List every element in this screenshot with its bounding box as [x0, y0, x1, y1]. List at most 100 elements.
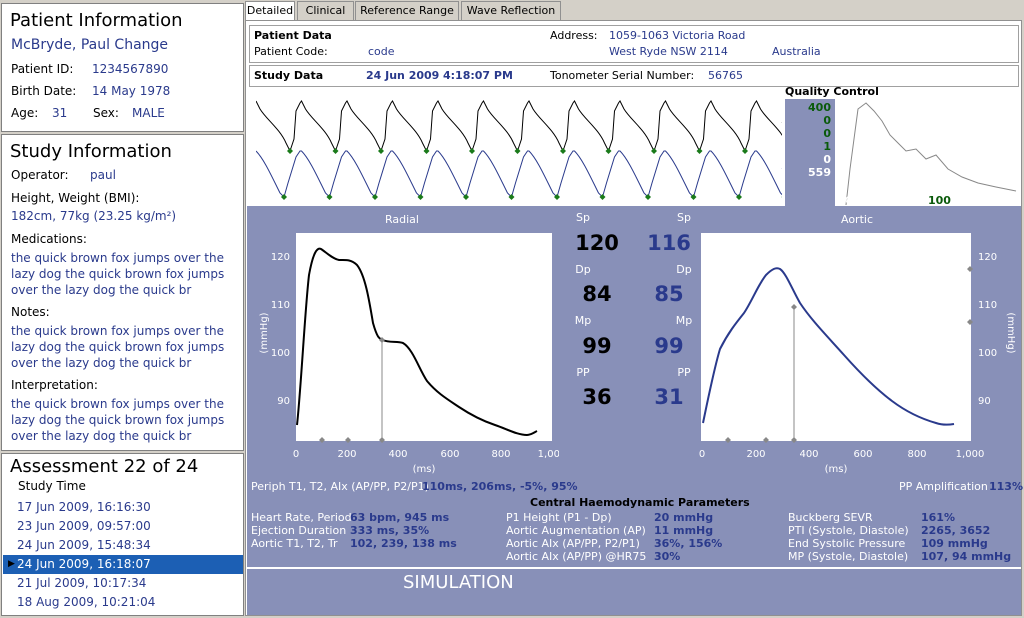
raw-waveform-strip — [256, 100, 782, 200]
sex: MALE — [132, 106, 165, 120]
tab-clinical[interactable]: Clinical — [297, 1, 354, 20]
assessment-item[interactable]: ▶ 24 Jun 2009, 16:18:07 — [3, 555, 243, 574]
aortic-ytick-120: 120 — [978, 252, 997, 263]
chp-label: End Systolic Pressure — [788, 537, 906, 550]
interpretation-label: Interpretation: — [11, 378, 98, 392]
notes: the quick brown fox jumps over the lazy … — [11, 324, 225, 370]
aortic-xtick-0: 0 — [699, 449, 705, 460]
radial-dp: 84 — [582, 282, 612, 306]
chp-title: Central Haemodynamic Parameters — [530, 496, 750, 509]
tab-detailed[interactable]: Detailed — [245, 1, 295, 21]
radial-xlabel: (ms) — [413, 464, 436, 475]
age: 31 — [52, 106, 68, 120]
aortic-ylabel: (mmHg) — [1005, 312, 1016, 353]
qc-value-4: 1 — [823, 140, 831, 153]
tab-wave-reflection[interactable]: Wave Reflection — [461, 1, 561, 20]
tab-reference-range[interactable]: Reference Range — [355, 1, 459, 20]
height-weight-label: Height, Weight (BMI): — [11, 191, 140, 205]
chp-value: 333 ms, 35% — [350, 524, 430, 537]
raw-beat-marker — [696, 148, 703, 154]
aortic-ytick-110: 110 — [978, 300, 997, 311]
radial-title: Radial — [385, 213, 419, 226]
radial-sp-label: Sp — [576, 211, 590, 224]
study-time-header[interactable]: Study Time — [18, 479, 86, 493]
radial-sp: 120 — [575, 231, 619, 255]
radial-xtick-200: 200 — [337, 449, 356, 460]
chp-value: 11 mmHg — [654, 524, 714, 537]
patient-info-panel: Patient Information McBryde, Paul Change… — [1, 3, 244, 132]
chp-value: 107, 94 mmHg — [921, 550, 1012, 563]
address-country: Australia — [772, 45, 821, 58]
tonometer-serial: 56765 — [708, 69, 743, 82]
age-label: Age: — [11, 106, 39, 120]
patient-id-label: Patient ID: — [11, 62, 74, 76]
study-info-panel: Study Information Operator: paul Height,… — [1, 134, 244, 451]
qc-value-5: 0 — [823, 153, 831, 166]
sex-label: Sex: — [93, 106, 119, 120]
assessment-item[interactable]: 17 Jun 2009, 16:16:30 — [3, 498, 243, 517]
pp-amplification-value: 113% — [989, 480, 1023, 493]
radial-xtick-0: 0 — [293, 449, 299, 460]
radial-chart: (mmHg) 120 110 100 90 0 200 400 600 800 … — [259, 233, 559, 475]
chp-value: 102, 239, 138 ms — [350, 537, 457, 550]
radial-ytick-90: 90 — [277, 396, 290, 407]
assessment-item[interactable]: 18 Aug 2009, 10:21:04 — [3, 593, 243, 612]
aortic-xtick-1000: 1,000 — [956, 449, 985, 460]
chp-label: Heart Rate, Period — [251, 511, 352, 524]
assessment-panel: Assessment 22 of 24 Study Time 17 Jun 20… — [1, 453, 244, 616]
aortic-sp-label: Sp — [677, 211, 691, 224]
aortic-plot-area — [701, 233, 971, 441]
aortic-chart: (mmHg) 120 110 100 90 0 200 400 600 800 … — [699, 233, 1016, 475]
birth-date-label: Birth Date: — [11, 84, 77, 98]
radial-pp: 36 — [582, 385, 612, 409]
operator: paul — [90, 168, 116, 182]
radial-mp: 99 — [582, 334, 612, 358]
aortic-xtick-600: 600 — [853, 449, 872, 460]
address-line2: West Ryde NSW 2114 — [609, 45, 728, 58]
aortic-title: Aortic — [840, 213, 873, 226]
radial-ytick-120: 120 — [271, 252, 290, 263]
radial-ylabel: (mmHg) — [259, 312, 270, 353]
patient-data-box: Patient Data Patient Code: code Address:… — [249, 25, 1019, 63]
assessment-item[interactable]: 21 Jul 2009, 10:17:34 — [3, 574, 243, 593]
radial-pp-label: PP — [576, 366, 590, 379]
pp-amplification-label: PP Amplification — [899, 480, 988, 493]
medications-label: Medications: — [11, 232, 87, 246]
radial-xtick-800: 800 — [491, 449, 510, 460]
raw-radial-trace — [256, 100, 782, 153]
interpretation: the quick brown fox jumps over the lazy … — [11, 397, 225, 443]
patient-info-title: Patient Information — [10, 10, 183, 31]
chp-value: 36%, 156% — [654, 537, 723, 550]
raw-beat-marker — [332, 148, 339, 154]
qc-value-2: 0 — [823, 114, 831, 127]
aortic-ytick-90: 90 — [978, 396, 991, 407]
radial-xtick-600: 600 — [440, 449, 459, 460]
periph-value: 110ms, 206ms, -5%, 95% — [422, 480, 578, 493]
quality-control-title: Quality Control — [785, 85, 879, 98]
simulation-panel: SIMULATION — [247, 569, 1021, 615]
raw-aortic-trace — [256, 150, 782, 198]
chp-label: Aortic T1, T2, Tr — [251, 537, 338, 550]
chp-value: 20 mmHg — [654, 511, 714, 524]
address-line1: 1059-1063 Victoria Road — [609, 29, 746, 42]
radial-mp-label: Mp — [574, 314, 592, 327]
chp-label: Aortic Augmentation (AP) — [506, 524, 646, 537]
assessment-item[interactable]: 23 Jun 2009, 09:57:00 — [3, 517, 243, 536]
aortic-xtick-800: 800 — [907, 449, 926, 460]
raw-beat-marker — [469, 148, 475, 154]
radial-ytick-100: 100 — [271, 348, 290, 359]
assessment-item[interactable]: 24 Jun 2009, 15:48:34 — [3, 536, 243, 555]
aortic-xtick-400: 400 — [799, 449, 818, 460]
analysis-panel: Operator Index 100 Radial Aortic Sp Sp 1… — [247, 194, 1023, 567]
tonometer-label: Tonometer Serial Number: — [550, 69, 695, 82]
study-data-label: Study Data — [254, 69, 324, 82]
assessment-item-label: 24 Jun 2009, 16:18:07 — [17, 557, 151, 571]
raw-beat-marker — [287, 148, 293, 154]
raw-beat-marker — [423, 148, 430, 154]
patient-data-label: Patient Data — [254, 29, 332, 42]
raw-beat-marker — [605, 148, 612, 154]
qc-value-6: 559 — [808, 166, 831, 179]
study-date: 24 Jun 2009 — [366, 69, 440, 82]
operator-label: Operator: — [11, 168, 69, 182]
radial-dp-label: Dp — [575, 263, 591, 276]
